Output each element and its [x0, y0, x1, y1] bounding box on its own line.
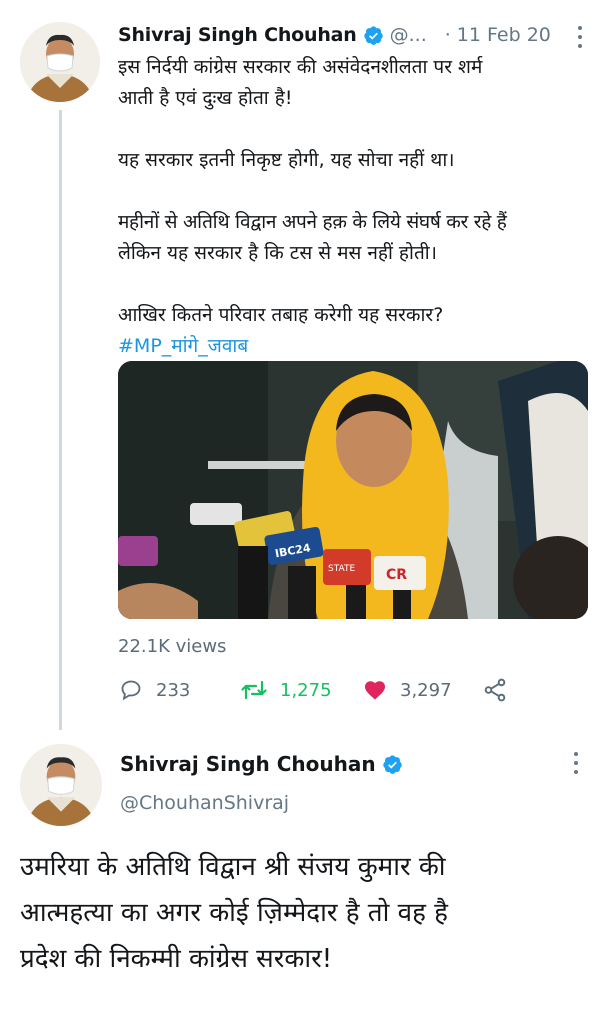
- text-line: यह सरकार इतनी निकृष्ट होगी, यह सोचा नहीं…: [118, 149, 455, 171]
- tweet-text: इस निर्दयी कांग्रेस सरकार की असंवेदनशीलत…: [118, 52, 598, 362]
- thread-line: [59, 110, 62, 730]
- retweet-count: 1,275: [280, 679, 332, 701]
- share-button[interactable]: [482, 675, 520, 705]
- avatar-image: [20, 22, 100, 102]
- author-handle[interactable]: @ChouhanShivraj: [120, 792, 289, 814]
- retweet-button[interactable]: 1,275: [240, 675, 332, 705]
- author-name[interactable]: Shivraj Singh Chouhan: [118, 24, 357, 46]
- avatar-image: [20, 744, 102, 826]
- heart-icon: [365, 681, 385, 700]
- text-line: आखिर कितने परिवार तबाह करेगी यह सरकार?: [118, 304, 444, 326]
- tweet-2: Shivraj Singh Chouhan @ChouhanShivraj उम…: [0, 730, 606, 1020]
- tweet-text: उमरिया के अतिथि विद्वान श्री संजय कुमार …: [20, 844, 596, 982]
- text-line: उमरिया के अतिथि विद्वान श्री संजय कुमार …: [20, 852, 446, 882]
- text-line: लेकिन यह सरकार है कि टस से मस नहीं होती।: [118, 242, 437, 264]
- reply-button[interactable]: 233: [118, 675, 190, 705]
- author-name[interactable]: Shivraj Singh Chouhan: [120, 752, 376, 776]
- tweet-date[interactable]: 11 Feb 20: [457, 24, 551, 46]
- mic-label-cr: CR: [386, 567, 407, 583]
- tweet-header: Shivraj Singh Chouhan @... · 11 Feb 20: [118, 20, 588, 50]
- avatar[interactable]: [20, 744, 102, 826]
- tweet-media-image[interactable]: IBC24 STATE CR: [118, 361, 588, 619]
- reply-count: 233: [156, 679, 191, 701]
- verified-badge-icon: [363, 25, 384, 46]
- date-separator: ·: [444, 24, 451, 46]
- view-count: 22.1K views: [118, 636, 227, 657]
- avatar[interactable]: [20, 22, 100, 102]
- mic-label-state: STATE: [328, 564, 355, 574]
- like-button[interactable]: 3,297: [362, 675, 452, 705]
- author-row: Shivraj Singh Chouhan: [120, 752, 409, 776]
- share-icon: [484, 678, 506, 702]
- verified-badge-icon: [382, 754, 403, 775]
- more-options-icon[interactable]: [570, 752, 582, 774]
- text-line: आती है एवं दुःख होता है!: [118, 87, 293, 109]
- retweet-icon: [241, 680, 267, 700]
- text-line: महीनों से अतिथि विद्वान अपने हक़ के लिये…: [118, 211, 507, 233]
- more-options-icon[interactable]: [574, 26, 586, 48]
- hashtag-link[interactable]: #MP_मांगे_जवाब: [118, 331, 598, 362]
- text-line: प्रदेश की निकम्मी कांग्रेस सरकार!: [20, 944, 333, 974]
- like-count: 3,297: [400, 679, 452, 701]
- text-line: आत्महत्या का अगर कोई ज़िम्मेदार है तो वह…: [20, 898, 448, 928]
- tweet-1: Shivraj Singh Chouhan @... · 11 Feb 20 इ…: [0, 0, 606, 730]
- author-handle[interactable]: @...: [390, 24, 427, 46]
- reply-icon: [121, 680, 141, 701]
- tweet-actions: 233 1,275 3,297: [118, 675, 588, 705]
- text-line: इस निर्दयी कांग्रेस सरकार की असंवेदनशीलत…: [118, 56, 483, 78]
